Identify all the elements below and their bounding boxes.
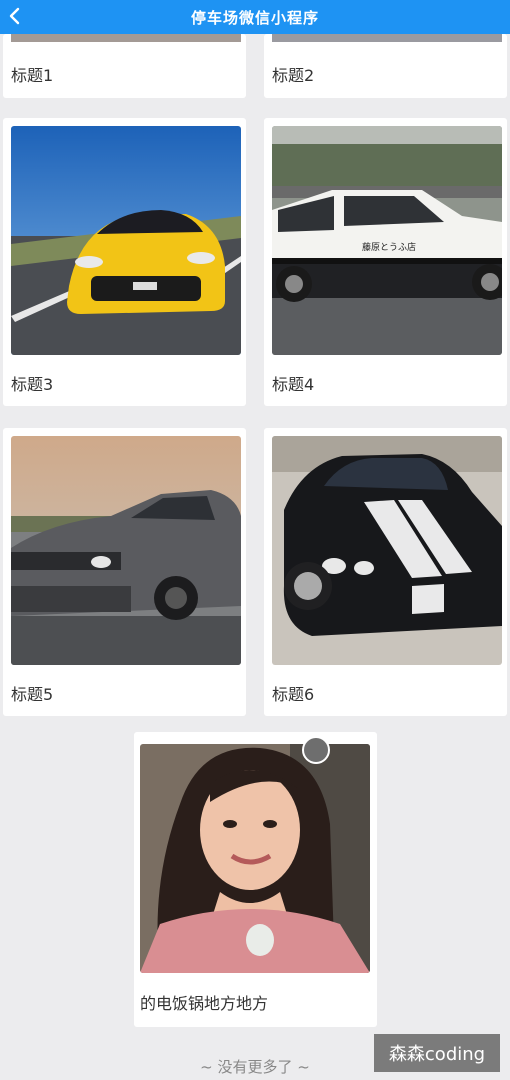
- black-car-image: [272, 436, 502, 665]
- white-car-image: 藤原とうふ店: [272, 126, 502, 355]
- grid-card[interactable]: 的电饭锅地方地方: [134, 732, 377, 1027]
- circle-badge: [302, 736, 330, 764]
- card-title: 标题3: [11, 375, 54, 394]
- grid-card[interactable]: 藤原とうふ店 标题4: [264, 118, 507, 406]
- grid-card[interactable]: 标题5: [3, 428, 246, 716]
- card-title: 标题4: [272, 375, 315, 394]
- card-image: [272, 34, 502, 42]
- portrait-image: [140, 744, 370, 973]
- watermark: 森森coding: [374, 1034, 500, 1072]
- grid-card[interactable]: 标题2: [264, 34, 507, 98]
- card-image: [11, 34, 241, 42]
- yellow-car-image: [11, 126, 241, 355]
- grid-card[interactable]: 标题1: [3, 34, 246, 98]
- card-title: 标题1: [11, 66, 54, 85]
- card-title: 标题2: [272, 66, 315, 85]
- card-title: 标题5: [11, 685, 54, 704]
- grid-card[interactable]: 标题3: [3, 118, 246, 406]
- chevron-left-icon[interactable]: [4, 4, 26, 28]
- page-title: 停车场微信小程序: [190, 8, 319, 27]
- gray-car-image: [11, 436, 241, 665]
- card-title: 标题6: [272, 685, 315, 704]
- card-title: 的电饭锅地方地方: [140, 994, 269, 1013]
- navbar: 停车场微信小程序: [0, 0, 510, 34]
- grid-card[interactable]: 标题6: [264, 428, 507, 716]
- svg-text:藤原とうふ店: 藤原とうふ店: [362, 241, 416, 253]
